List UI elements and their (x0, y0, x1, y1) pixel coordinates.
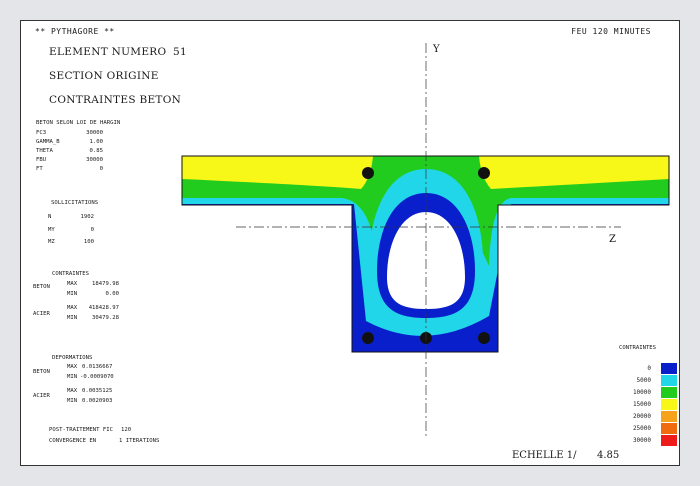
rebar (478, 332, 490, 344)
legend-value: 5000 (636, 377, 651, 384)
legend-swatch (661, 387, 677, 398)
legend-swatch (661, 363, 677, 374)
legend-value: 10000 (632, 389, 651, 396)
legend-swatch (661, 375, 677, 386)
z-axis-label: Z (609, 234, 616, 245)
scale-label: ECHELLE 1/ (512, 450, 577, 461)
legend-swatch (661, 411, 677, 422)
rebar (478, 167, 490, 179)
section-stress-plot: Y Z (181, 43, 670, 436)
legend-swatch (661, 435, 677, 446)
legend-title: CONTRAINTES (619, 345, 657, 351)
rebar (362, 167, 374, 179)
rebar (362, 332, 374, 344)
legend-value: 15000 (632, 401, 651, 408)
legend-value: 30000 (632, 437, 651, 444)
scale-value: 4.85 (597, 450, 620, 461)
legend-value: 20000 (632, 413, 651, 420)
y-axis-label: Y (432, 44, 440, 55)
legend-value: 0 (647, 365, 651, 372)
legend-value: 25000 (632, 425, 651, 432)
legend-swatch (661, 423, 677, 434)
plot-frame: ** PYTHAGORE ** FEU 120 MINUTES ELEMENT … (20, 20, 680, 466)
legend-swatch (661, 399, 677, 410)
